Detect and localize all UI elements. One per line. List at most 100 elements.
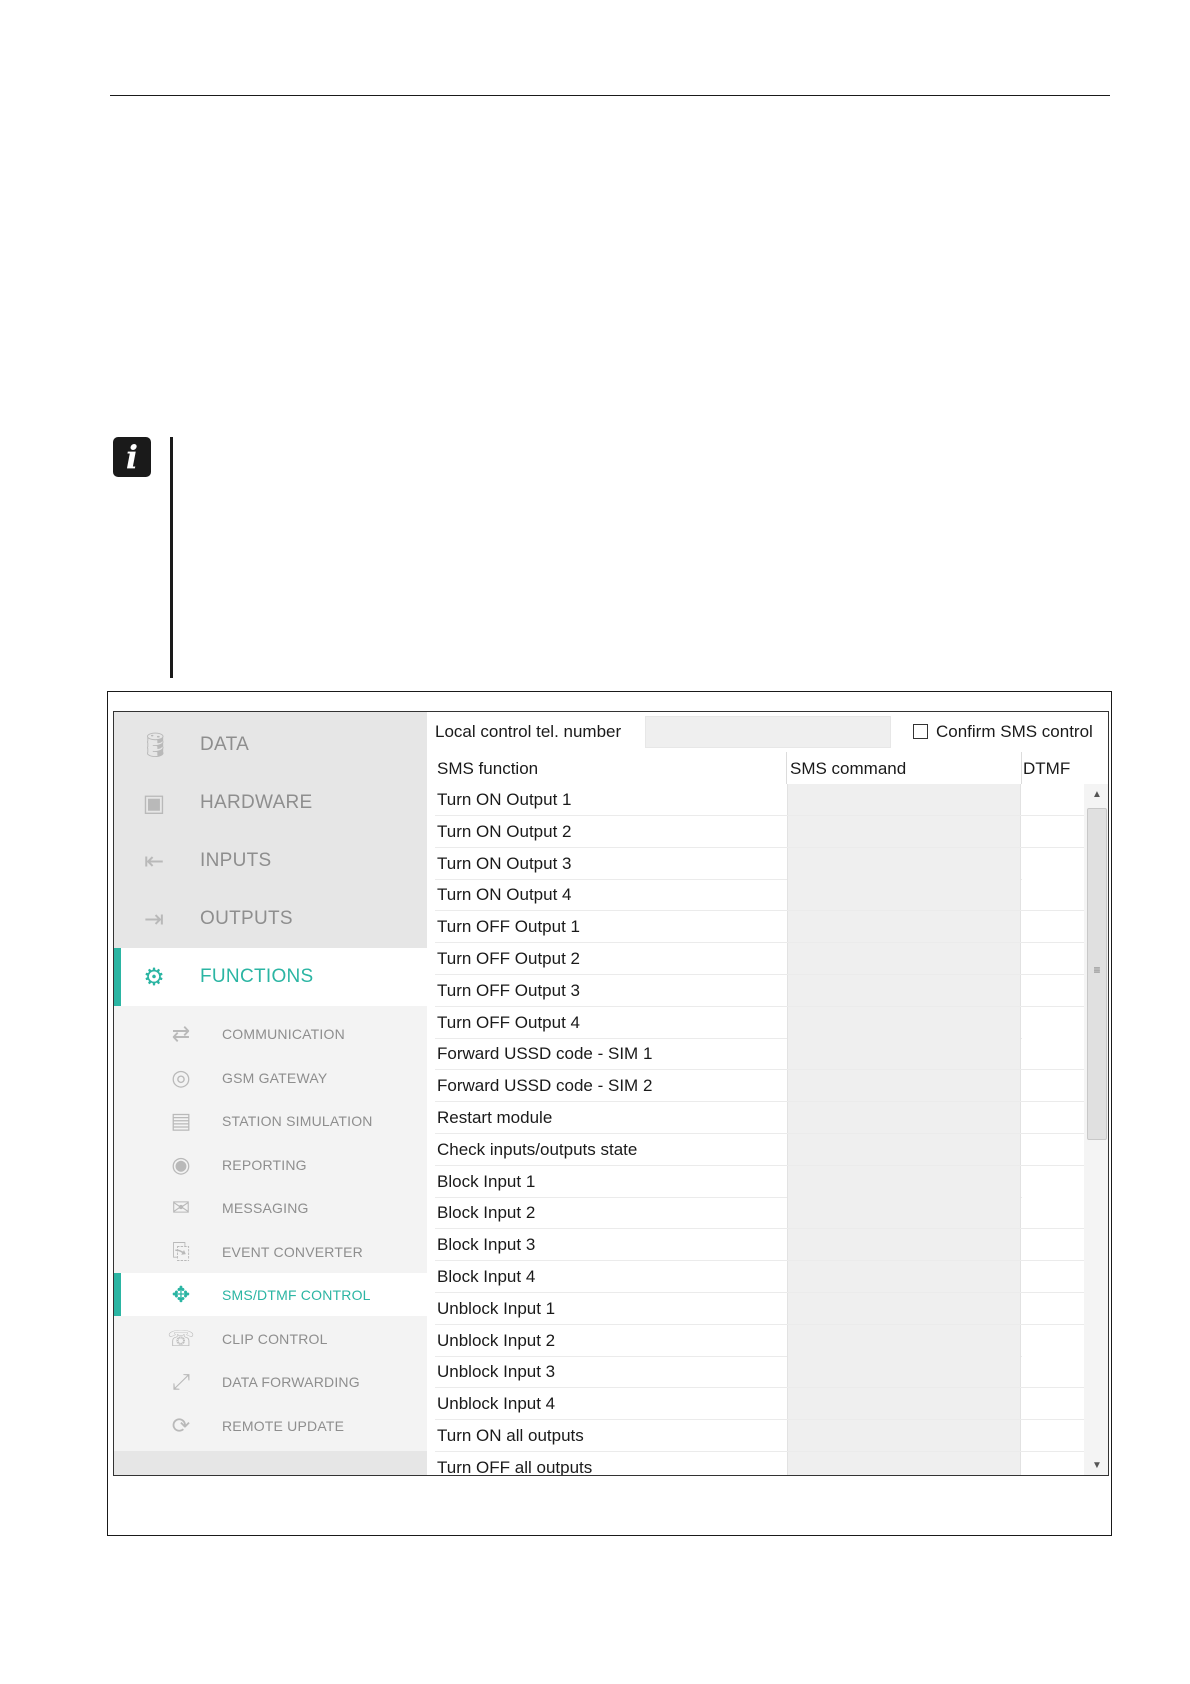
event-converter-icon: ⎘ — [172, 1238, 190, 1264]
dtmf-input[interactable] — [1022, 1261, 1084, 1292]
table-row: Turn ON all outputs — [435, 1420, 1084, 1452]
sms-command-input[interactable] — [787, 1229, 1021, 1261]
sidebar-subitem-reporting[interactable]: ◉ REPORTING — [114, 1142, 427, 1186]
table-row: Block Input 2 — [435, 1197, 1084, 1230]
sms-command-input[interactable] — [787, 1324, 1021, 1356]
sms-command-input[interactable] — [787, 1388, 1021, 1420]
sidebar-subitem-label: CLIP CONTROL — [222, 1330, 328, 1347]
sms-command-input[interactable] — [787, 1420, 1021, 1451]
sms-command-input[interactable] — [787, 815, 1021, 847]
sidebar-item-inputs[interactable]: ⇤ INPUTS — [114, 832, 427, 890]
dtmf-input[interactable] — [1022, 1324, 1084, 1356]
header-divider — [786, 752, 787, 784]
sidebar-subitem-station-simulation[interactable]: ▤ STATION SIMULATION — [114, 1099, 427, 1142]
dtmf-input[interactable] — [1022, 1133, 1084, 1165]
sms-command-input[interactable] — [787, 1292, 1021, 1324]
table-row: Turn ON Output 2 — [435, 815, 1084, 848]
sms-command-input[interactable] — [787, 1197, 1021, 1229]
table-row: Restart module — [435, 1102, 1084, 1134]
confirm-checkbox[interactable] — [913, 724, 928, 739]
sms-command-input[interactable] — [787, 943, 1021, 974]
dtmf-input[interactable] — [1022, 1197, 1084, 1229]
dtmf-input[interactable] — [1022, 784, 1084, 815]
dtmf-input[interactable] — [1022, 815, 1084, 847]
sidebar-subitem-label: COMMUNICATION — [222, 1026, 345, 1042]
sidebar-subitem-label: MESSAGING — [222, 1200, 309, 1216]
sidebar-subitem-data-forwarding[interactable]: ⤢ DATA FORWARDING — [114, 1360, 427, 1403]
local-control-label: Local control tel. number — [435, 722, 622, 741]
data-forwarding-icon: ⤢ — [172, 1369, 190, 1394]
dtmf-input[interactable] — [1022, 1356, 1084, 1388]
sidebar-item-label: DATA — [200, 734, 250, 755]
dtmf-input[interactable] — [1022, 911, 1084, 943]
sidebar-subitem-gsm-gateway[interactable]: ◎ GSM GATEWAY — [114, 1055, 427, 1099]
sidebar-item-label: INPUTS — [200, 850, 272, 871]
station-icon: ▤ — [170, 1108, 192, 1133]
sms-command-input[interactable] — [787, 879, 1021, 911]
sidebar-subitem-communication[interactable]: ⇄ COMMUNICATION — [114, 1012, 427, 1055]
sms-command-input[interactable] — [787, 1133, 1021, 1165]
confirm-sms-control[interactable]: Confirm SMS control — [913, 722, 1093, 742]
sidebar-subitem-event-converter[interactable]: ⎘ EVENT CONVERTER — [114, 1229, 427, 1273]
scroll-thumb[interactable]: ≡ — [1087, 808, 1107, 1140]
sms-function-cell: Turn ON Output 1 — [437, 790, 572, 809]
remote-update-icon: ⟳ — [171, 1412, 191, 1438]
dtmf-input[interactable] — [1022, 1420, 1084, 1451]
table-row: Turn ON Output 1 — [435, 784, 1084, 816]
dtmf-input[interactable] — [1022, 1070, 1084, 1102]
sms-dtmf-icon: ✥ — [171, 1282, 191, 1307]
note-bar — [170, 437, 173, 678]
dtmf-input[interactable] — [1022, 1229, 1084, 1261]
dtmf-input[interactable] — [1022, 1038, 1084, 1070]
sidebar-subitem-messaging[interactable]: ✉ MESSAGING — [114, 1186, 427, 1229]
sms-command-input[interactable] — [787, 1356, 1021, 1388]
sms-command-input[interactable] — [787, 1006, 1021, 1038]
sms-command-input[interactable] — [787, 1165, 1021, 1197]
sms-command-input[interactable] — [787, 911, 1021, 943]
dtmf-input[interactable] — [1022, 1451, 1084, 1475]
sidebar-item-functions[interactable]: ⚙ FUNCTIONS — [114, 948, 427, 1006]
scroll-down-icon[interactable]: ▼ — [1084, 1455, 1108, 1475]
sidebar-item-hardware[interactable]: ▣ HARDWARE — [114, 774, 427, 832]
dtmf-input[interactable] — [1022, 879, 1084, 911]
table-row: Unblock Input 2 — [435, 1324, 1084, 1357]
scroll-up-icon[interactable]: ▲ — [1084, 784, 1108, 806]
dtmf-input[interactable] — [1022, 943, 1084, 974]
header-sms-command[interactable]: SMS command — [790, 759, 906, 779]
sidebar-subitem-label: REMOTE UPDATE — [222, 1417, 345, 1434]
grip-icon: ≡ — [1093, 963, 1101, 977]
sidebar-subitem-sms-dtmf-control[interactable]: ✥ SMS/DTMF CONTROL — [114, 1273, 427, 1316]
header-sms-function[interactable]: SMS function — [437, 759, 538, 779]
sms-command-input[interactable] — [787, 1102, 1021, 1133]
sidebar-item-outputs[interactable]: ⇥ OUTPUTS — [114, 890, 427, 948]
sms-command-input[interactable] — [787, 974, 1021, 1006]
dtmf-input[interactable] — [1022, 1292, 1084, 1324]
dtmf-input[interactable] — [1022, 974, 1084, 1006]
header-dtmf[interactable]: DTMF — [1023, 759, 1070, 779]
sms-command-input[interactable] — [787, 1038, 1021, 1070]
sms-command-input[interactable] — [787, 784, 1021, 815]
sms-command-input[interactable] — [787, 1070, 1021, 1102]
local-control-input[interactable] — [645, 716, 891, 748]
dtmf-input[interactable] — [1022, 1388, 1084, 1420]
output-icon: ⇥ — [143, 906, 165, 933]
sidebar-subitem-label: REPORTING — [222, 1156, 307, 1173]
sms-command-input[interactable] — [787, 1451, 1021, 1475]
sidebar-item-label: HARDWARE — [200, 792, 313, 813]
dtmf-input[interactable] — [1022, 1006, 1084, 1038]
sms-command-input[interactable] — [787, 847, 1021, 879]
vertical-scrollbar[interactable]: ▲ ≡ ▼ — [1084, 784, 1108, 1475]
sms-function-cell: Turn OFF Output 2 — [437, 949, 580, 968]
dtmf-input[interactable] — [1022, 847, 1084, 879]
sidebar-subitem-remote-update[interactable]: ⟳ REMOTE UPDATE — [114, 1403, 427, 1447]
active-indicator — [114, 1273, 121, 1316]
dtmf-input[interactable] — [1022, 1102, 1084, 1133]
sms-command-input[interactable] — [787, 1261, 1021, 1292]
sms-function-cell: Turn OFF Output 1 — [437, 917, 580, 937]
sidebar-item-data[interactable]: 🛢 DATA — [114, 716, 427, 774]
dtmf-input[interactable] — [1022, 1165, 1084, 1197]
sidebar-subitem-label: SMS/DTMF CONTROL — [222, 1287, 371, 1303]
sidebar-subitem-clip-control[interactable]: ☏ CLIP CONTROL — [114, 1316, 427, 1360]
sidebar: 🛢 DATA ▣ HARDWARE ⇤ INPUTS ⇥ OUTPUTS ⚙ FUNCTIONS ⇄… — [114, 712, 427, 1475]
table-row: Block Input 4 — [435, 1261, 1084, 1293]
